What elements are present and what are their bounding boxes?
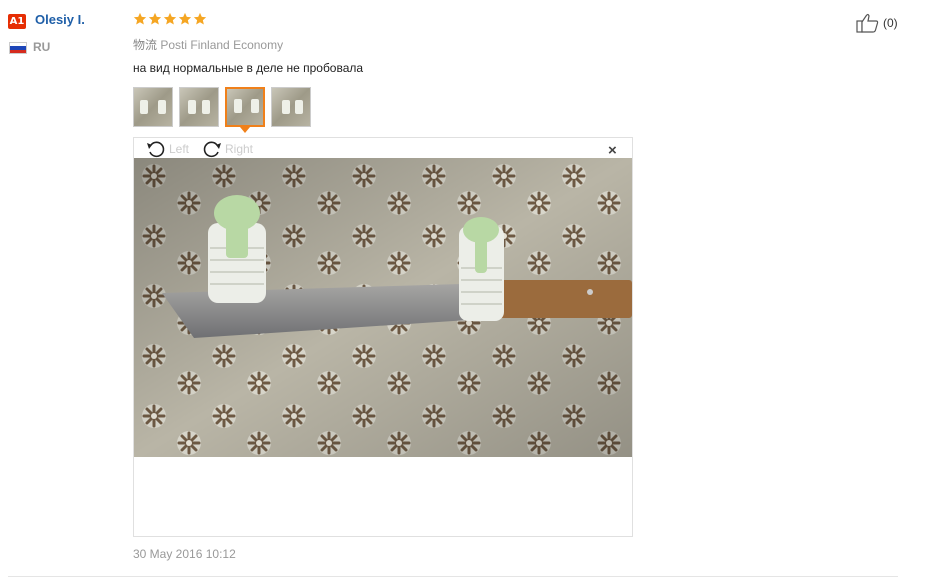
rotate-right-button[interactable]: Right [201, 139, 253, 159]
russia-flag-icon [9, 42, 27, 54]
star-icon [163, 12, 177, 25]
photo-thumbnails [133, 87, 311, 133]
photo-viewer: Left Right × [133, 137, 633, 537]
star-icon [148, 12, 162, 25]
rotate-left-button[interactable]: Left [145, 139, 189, 159]
logistics-label: 物流 [133, 38, 158, 52]
review-photo [134, 158, 632, 457]
star-rating [133, 12, 207, 26]
photo-thumbnail-2[interactable] [179, 87, 219, 127]
review-divider [8, 576, 898, 577]
logistics-info: 物流 Posti Finland Economy [133, 36, 283, 53]
logistics-value: Posti Finland Economy [160, 38, 284, 52]
star-icon [178, 12, 192, 25]
photo-thumbnail-4[interactable] [271, 87, 311, 127]
rotate-left-icon [147, 141, 165, 158]
rotate-right-label: Right [225, 142, 254, 156]
reviewer-name-link[interactable]: Olesiy I. [35, 12, 85, 27]
star-icon [133, 12, 147, 25]
slicer-right-body [459, 217, 504, 321]
close-viewer-button[interactable]: × [608, 142, 617, 159]
photo-thumbnail-1[interactable] [133, 87, 173, 127]
active-thumbnail-caret [240, 127, 250, 133]
helpful-button[interactable]: (0) [856, 13, 898, 33]
review-date: 30 May 2016 10:12 [133, 547, 236, 561]
photo-thumbnail-3[interactable] [225, 87, 265, 133]
helpful-count: (0) [883, 16, 898, 30]
reviewer-country: RU [33, 40, 51, 54]
rotate-left-label: Left [169, 142, 190, 156]
slicer-left-body [208, 195, 266, 303]
rotate-right-icon [203, 141, 221, 158]
user-level-badge: A1 [8, 14, 26, 29]
thumbs-up-icon [856, 13, 879, 33]
star-icon [193, 12, 207, 25]
review-text: на вид нормальные в деле не пробовала [133, 61, 364, 75]
